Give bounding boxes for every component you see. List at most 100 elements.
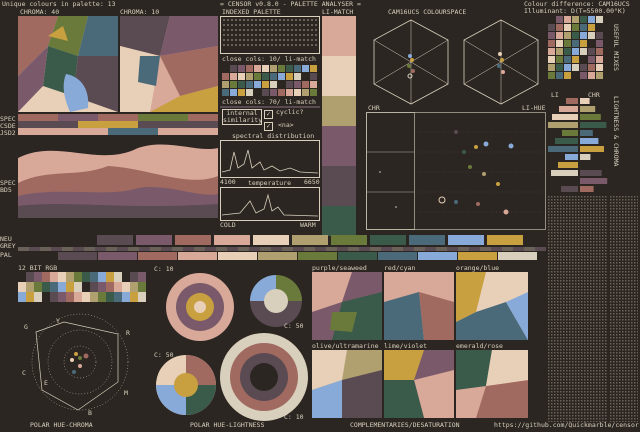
palette-dot xyxy=(311,24,313,26)
palette-dot xyxy=(275,34,277,36)
palette-dot xyxy=(223,24,225,26)
chroma10-map xyxy=(120,16,218,112)
palette-dot xyxy=(255,24,257,26)
grey-step xyxy=(62,247,73,251)
palette-dot xyxy=(299,29,301,31)
rgb12-cell xyxy=(106,282,114,292)
chr-bar xyxy=(580,146,604,152)
polar-hue-chroma-title: POLAR HUE-CHROMA xyxy=(30,421,93,429)
grey-step xyxy=(480,247,491,251)
colourspace-3d-view xyxy=(373,19,539,105)
cold-label: COLD xyxy=(220,221,236,229)
palette-dot xyxy=(247,29,249,31)
rgb12-cell xyxy=(122,292,130,302)
hue-g: G xyxy=(24,323,28,331)
palette-swatch xyxy=(498,252,537,260)
close-col-swatch xyxy=(294,81,301,88)
rgb12-cell xyxy=(114,282,122,292)
hue-b: B xyxy=(88,409,92,417)
spec-stripes xyxy=(18,114,218,135)
li-bar xyxy=(548,178,578,184)
palette-dot xyxy=(283,34,285,36)
palette-dot xyxy=(263,34,265,36)
palette-dot xyxy=(283,44,285,46)
grey-step xyxy=(326,247,337,251)
neutral-swatch xyxy=(136,235,172,245)
temperature-label: temperature xyxy=(248,179,292,187)
close-cols-swatches-1 xyxy=(220,63,320,97)
similarity-checkbox[interactable]: ✓ xyxy=(264,110,273,119)
cyclic-checkbox[interactable]: ✓ xyxy=(264,122,273,131)
palette-dot xyxy=(255,39,257,41)
internal-similarity-button[interactable]: internal similarity xyxy=(222,109,262,125)
rgb12-cell xyxy=(130,272,138,282)
close-col-swatch xyxy=(262,81,269,88)
palette-dot xyxy=(271,24,273,26)
rgb12-cell xyxy=(130,292,138,302)
li-match-strip xyxy=(322,16,356,236)
close-col-swatch xyxy=(254,65,261,72)
palette-cell xyxy=(580,24,587,31)
rgb12-cell xyxy=(138,292,146,302)
rgb12-cell xyxy=(42,292,50,302)
red-cyan-label: red/cyan xyxy=(384,264,416,272)
palette-cell xyxy=(572,40,579,47)
palette-cell xyxy=(548,16,555,23)
palette-dot xyxy=(299,44,301,46)
palette-dot xyxy=(291,34,293,36)
close-col-swatch xyxy=(246,65,253,72)
close-cols-label-1: close cols: 10/ li-match xyxy=(222,55,316,63)
palette-dot xyxy=(259,34,261,36)
palette-cell xyxy=(572,16,579,23)
palette-dot xyxy=(231,39,233,41)
palette-dot xyxy=(267,29,269,31)
chr-bar xyxy=(580,138,599,144)
indexed-palette-grid[interactable] xyxy=(220,16,320,54)
palette-dot xyxy=(267,39,269,41)
palette-cell xyxy=(596,32,603,39)
li-hue-label: LI-HUE xyxy=(522,104,546,112)
palette-dot xyxy=(259,39,261,41)
palette-swatch xyxy=(18,252,57,260)
palette-dot xyxy=(307,39,309,41)
palette-dot xyxy=(243,19,245,21)
palette-dot xyxy=(259,29,261,31)
palette-dot xyxy=(295,34,297,36)
rgb12-cell xyxy=(34,282,42,292)
close-col-swatch xyxy=(286,65,293,72)
palette-dot xyxy=(267,44,269,46)
chr-bar xyxy=(580,162,596,168)
palette-dot xyxy=(263,24,265,26)
grey-step xyxy=(315,247,326,251)
palette-dot xyxy=(235,19,237,21)
palette-dot xyxy=(227,39,229,41)
li-bar xyxy=(548,122,578,128)
rgb12-label: 12 BIT RGB xyxy=(18,264,58,272)
grey-step xyxy=(359,247,370,251)
palette-dot xyxy=(259,19,261,21)
github-link[interactable]: https://github.com/Quickmarble/censor xyxy=(494,422,639,429)
spectral-distribution-label: spectral distribution xyxy=(232,132,315,140)
grey-step xyxy=(271,247,282,251)
palette-dot xyxy=(303,44,305,46)
chroma40-label: CHROMA: 40 xyxy=(20,8,60,16)
neutral-swatch xyxy=(448,235,484,245)
rgb12-cell xyxy=(58,292,66,302)
grey-step xyxy=(392,247,403,251)
palette-swatch-grid[interactable] xyxy=(548,16,608,84)
rgb12-cell xyxy=(66,292,74,302)
palette-dot xyxy=(223,39,225,41)
rgb12-cell xyxy=(82,282,90,292)
unique-colours-label: Unique colours in palette: 13 xyxy=(2,0,116,8)
grey-step xyxy=(51,247,62,251)
palette-swatch xyxy=(378,252,417,260)
rgb12-cell xyxy=(98,292,106,302)
palette-dot xyxy=(263,39,265,41)
palette-swatch xyxy=(298,252,337,260)
palette-dot xyxy=(247,44,249,46)
palette-swatch xyxy=(418,252,457,260)
close-col-swatch xyxy=(270,65,277,72)
rgb12-cell xyxy=(114,272,122,282)
palette-dot xyxy=(275,39,277,41)
temperature-plot xyxy=(220,187,320,221)
